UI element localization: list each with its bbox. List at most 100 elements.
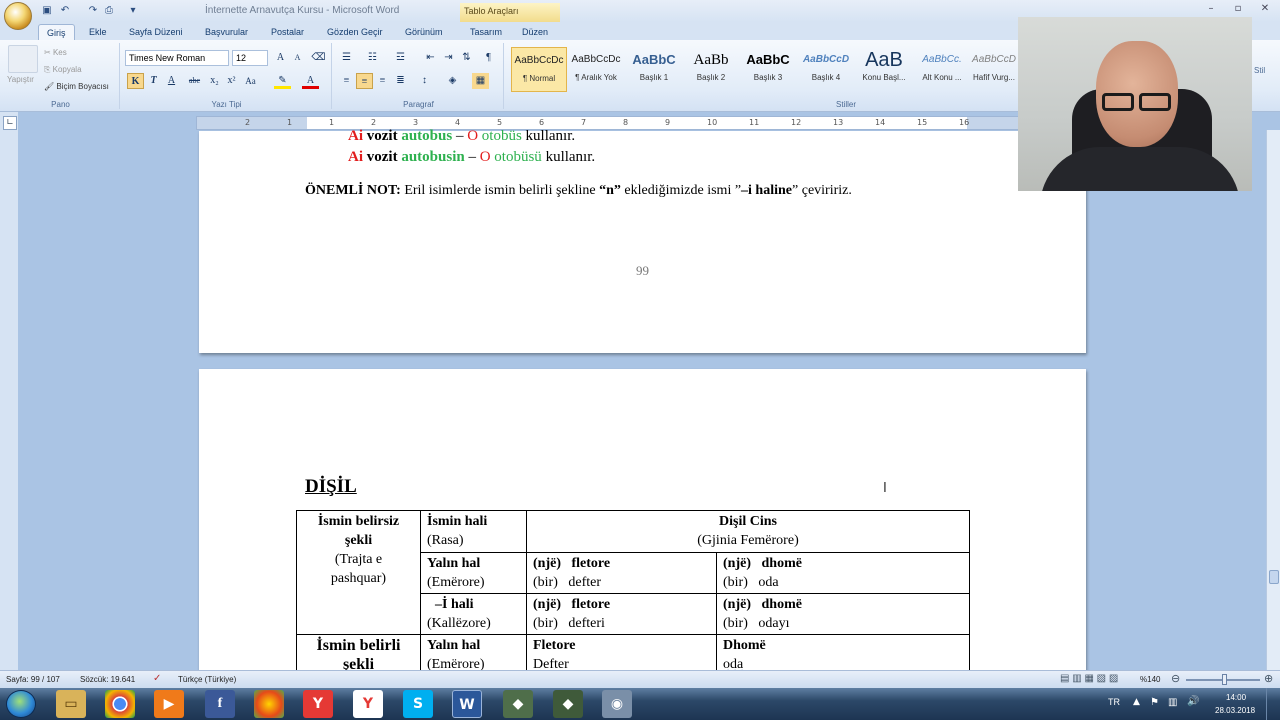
table-cell[interactable]: Yalın hal (Emërore) [420,552,527,594]
app-icon[interactable]: ◆ [503,690,533,718]
language-indicator[interactable]: Türkçe (Türkiye) [178,675,236,684]
font-color-icon[interactable]: A [302,73,319,89]
yandex-icon[interactable]: Y [303,690,333,718]
table-cell[interactable]: (një) dhomë (bir) oda [716,552,970,594]
minimize-button[interactable]: – [1203,2,1219,16]
grow-font-button[interactable]: A [272,50,289,66]
table-cell[interactable]: (një) fletore (bir) defteri [526,593,717,635]
tab-tasarim[interactable]: Tasarım [462,24,510,41]
borders-icon[interactable]: ▦ [472,73,489,89]
style-heading2[interactable]: AaBb Başlık 2 [683,47,739,92]
change-styles-button[interactable]: Stil [1254,66,1265,75]
yandex-browser-icon[interactable]: Y [353,690,383,718]
start-button[interactable] [6,690,36,718]
style-heading1[interactable]: AaBbC Başlık 1 [626,47,682,92]
multilevel-list-icon[interactable]: ☲ [392,50,409,66]
bullets-icon[interactable]: ☰ [338,50,355,66]
subscript-button[interactable]: x₂ [206,73,223,89]
justify-icon[interactable]: ≣ [392,73,409,89]
tab-giris[interactable]: Giriş [38,24,75,41]
skype-icon[interactable]: S [403,690,433,718]
scroll-thumb[interactable] [1269,570,1279,584]
style-no-spacing[interactable]: AaBbCcDc ¶ Aralık Yok [568,47,624,92]
browser-icon[interactable] [254,690,284,718]
tray-arrow-icon[interactable]: ▲ [1133,697,1140,707]
tab-gorunum[interactable]: Görünüm [397,24,451,41]
vertical-scrollbar[interactable] [1266,130,1280,670]
font-size-combo[interactable]: 12 [232,50,268,66]
copy-button[interactable]: ⎘ Kopyala [44,65,82,75]
paste-button[interactable]: Yapıştır [7,75,34,84]
tab-duzen[interactable]: Düzen [514,24,556,41]
bold-button[interactable]: K [127,73,144,89]
table-cell[interactable]: İsmin hali (Rasa) [420,510,527,553]
camera-app-icon[interactable]: ◉ [602,690,632,718]
tab-postalar[interactable]: Postalar [263,24,312,41]
style-heading4[interactable]: AaBbCcD Başlık 4 [798,47,854,92]
align-center-icon[interactable]: ≡ [356,73,373,89]
network-icon[interactable]: ▥ [1168,697,1177,708]
format-painter-button[interactable]: 🖌 Biçim Boyacısı [44,82,109,91]
maximize-button[interactable]: ▫ [1230,2,1246,16]
word-icon[interactable]: W [452,690,482,718]
clear-format-button[interactable]: ⌫ [310,50,327,66]
style-subtle-emphasis[interactable]: AaBbCcD Hafif Vurg... [970,47,1018,92]
media-player-icon[interactable]: ▶ [154,690,184,718]
strikethrough-button[interactable]: abc [186,73,203,89]
office-button[interactable] [4,2,32,30]
zoom-slider-thumb[interactable] [1222,674,1227,685]
save-icon[interactable]: ▣ [40,4,54,17]
clock-date[interactable]: 28.03.2018 [1215,706,1255,715]
page-count[interactable]: Sayfa: 99 / 107 [6,675,60,684]
show-desktop-button[interactable] [1266,688,1280,720]
clock-time[interactable]: 14:00 [1226,693,1246,702]
shrink-font-button[interactable]: A [289,50,306,66]
horizontal-ruler[interactable]: 2 1 1 2 3 4 5 6 7 8 9 10 11 12 13 14 15 16 [196,116,1026,130]
customize-qat-icon[interactable]: ▾ [126,4,140,17]
sort-icon[interactable]: ⇅ [458,50,475,66]
highlight-icon[interactable]: ✎ [274,73,291,89]
table-cell[interactable]: –İ hali (Kallëzore) [420,593,527,635]
facebook-icon[interactable]: f [205,690,235,718]
close-button[interactable]: ✕ [1257,2,1273,16]
decrease-indent-icon[interactable]: ⇤ [422,50,439,66]
page-99[interactable]: Ai vozit autobus – O otobüs kullanır. Ai… [199,128,1086,353]
print-icon[interactable]: ⎙ [102,4,116,17]
explorer-icon[interactable]: ▭ [56,690,86,718]
tab-sayfa-duzeni[interactable]: Sayfa Düzeni [121,24,191,41]
align-left-icon[interactable]: ≡ [338,73,355,89]
increase-indent-icon[interactable]: ⇥ [440,50,457,66]
tab-basvurular[interactable]: Başvurular [197,24,256,41]
table-cell[interactable]: İsmin belirsiz şekli (Trajta e pashquar) [296,510,421,635]
table-cell[interactable]: Dişil Cins (Gjinia Femërore) [526,510,970,553]
font-name-combo[interactable]: Times New Roman [125,50,229,66]
paste-icon[interactable] [8,45,38,73]
zoom-level[interactable]: %140 [1140,675,1160,684]
app-icon-2[interactable]: ◆ [553,690,583,718]
proofing-icon[interactable]: ✓ [153,673,161,684]
tab-gozden-gecir[interactable]: Gözden Geçir [319,24,391,41]
undo-icon[interactable]: ↶ [58,4,72,17]
change-case-button[interactable]: Aa [242,73,259,89]
word-count[interactable]: Sözcük: 19.641 [80,675,135,684]
underline-button[interactable]: A [163,73,180,89]
italic-button[interactable]: T [145,73,162,89]
shading-icon[interactable]: ◈ [444,73,461,89]
view-buttons-icon[interactable]: ▤ ▥ ▦ ▧ ▨ [1060,673,1118,684]
zoom-in-icon[interactable]: ⊕ [1264,672,1273,685]
tab-ekle[interactable]: Ekle [81,24,115,41]
show-marks-icon[interactable]: ¶ [480,50,497,66]
redo-icon[interactable]: ↷ [86,4,100,17]
chrome-icon[interactable] [105,690,135,718]
table-cell[interactable]: (një) fletore (bir) defter [526,552,717,594]
table-cell[interactable]: (një) dhomë (bir) odayı [716,593,970,635]
style-heading3[interactable]: AaBbC Başlık 3 [740,47,796,92]
style-normal[interactable]: AaBbCcDc ¶ Normal [511,47,567,92]
align-right-icon[interactable]: ≡ [374,73,391,89]
numbering-icon[interactable]: ☷ [364,50,381,66]
flag-icon[interactable]: ⚑ [1150,697,1159,708]
volume-icon[interactable]: 🔊 [1187,696,1199,707]
style-title[interactable]: AaB Konu Başl... [856,47,912,92]
grammar-table[interactable]: İsmin belirsiz şekli (Trajta e pashquar) İs… [296,510,970,676]
superscript-button[interactable]: x² [223,73,240,89]
